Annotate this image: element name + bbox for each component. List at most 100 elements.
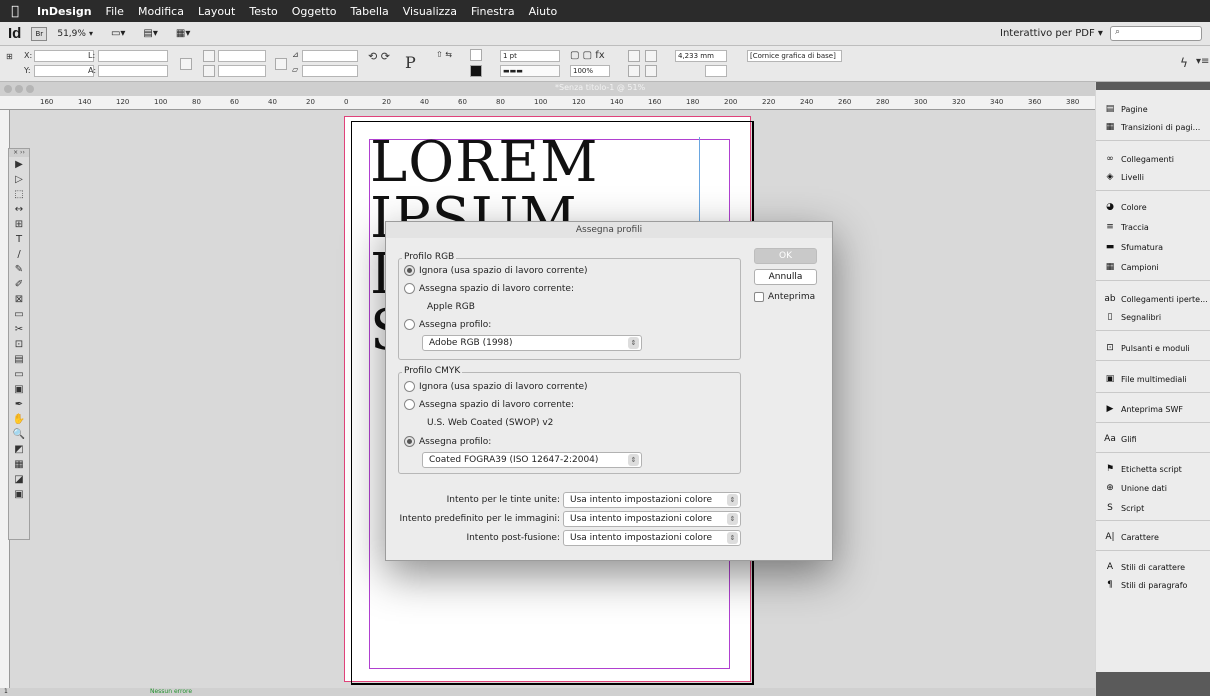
pencil-tool-icon[interactable]: ✐ (9, 277, 29, 292)
menu-file[interactable]: File (99, 5, 131, 18)
fill-frame-icon[interactable] (645, 65, 657, 77)
bridge-button[interactable]: Br (31, 26, 48, 41)
width-field[interactable] (98, 50, 168, 62)
panel-carattere[interactable]: A| Carattere (1104, 532, 1159, 542)
select-container-icon[interactable]: ⇧ ⇆ (436, 50, 452, 59)
arrange-documents-icon[interactable]: ▦▾ (176, 28, 190, 39)
quick-apply-icon[interactable]: ϟ (1180, 56, 1188, 70)
panel-unione-dati[interactable]: ⊕ Unione dati (1104, 483, 1167, 493)
menu-modifica[interactable]: Modifica (131, 5, 191, 18)
scissors-tool-icon[interactable]: ✂ (9, 322, 29, 337)
screen-mode-icon[interactable]: ▤▾ (143, 28, 157, 39)
window-controls[interactable] (4, 85, 34, 93)
panel-livelli[interactable]: ◈ Livelli (1104, 172, 1144, 182)
spot-intent-select[interactable]: Usa intento impostazioni colore ⇕ (563, 492, 741, 508)
panel-menu-icon[interactable]: ▾≡ (1196, 56, 1209, 67)
panel-colore[interactable]: ◕ Colore (1104, 202, 1147, 212)
cmyk-ignore-radio[interactable]: Ignora (usa spazio di lavoro corrente) (404, 381, 588, 392)
fill-stroke-icon[interactable]: ◩ (9, 442, 29, 457)
opacity-field[interactable]: 100% (570, 65, 610, 77)
constrain-proportions-icon[interactable] (180, 58, 192, 70)
tools-panel-header[interactable]: × ›› (9, 149, 29, 157)
rectangle-frame-tool-icon[interactable]: ⊠ (9, 292, 29, 307)
panel-collegamenti[interactable]: ∞ Collegamenti (1104, 154, 1174, 164)
preflight-status[interactable]: Nessun errore (150, 688, 192, 695)
y-field[interactable] (34, 65, 94, 77)
object-style-select[interactable]: [Cornice grafica di base] (747, 50, 842, 62)
stroke-weight-field[interactable]: 1 pt (500, 50, 560, 62)
line-tool-icon[interactable]: / (9, 247, 29, 262)
panel-stili-carattere[interactable]: A Stili di carattere (1104, 562, 1185, 572)
panel-transizioni[interactable]: ▦ Transizioni di pagi... (1104, 122, 1201, 132)
corner-option[interactable] (705, 65, 727, 77)
menu-visualizza[interactable]: Visualizza (396, 5, 464, 18)
panel-script[interactable]: S Script (1104, 503, 1144, 513)
eyedropper-tool-icon[interactable]: ✒ (9, 397, 29, 412)
menu-oggetto[interactable]: Oggetto (285, 5, 344, 18)
panel-campioni[interactable]: ▦ Campioni (1104, 262, 1159, 272)
text-line-1[interactable]: LOREM (370, 135, 598, 191)
type-tool-icon[interactable]: T (9, 232, 29, 247)
reference-point-icon[interactable]: ⊞ (6, 52, 13, 61)
scale-y-field[interactable] (218, 65, 266, 77)
free-transform-tool-icon[interactable]: ⊡ (9, 337, 29, 352)
cancel-button[interactable]: Annulla (754, 269, 817, 285)
page-tool-icon[interactable]: ⬚ (9, 187, 29, 202)
ok-button[interactable]: OK (754, 248, 817, 264)
fit-frame-icon[interactable] (645, 50, 657, 62)
panel-pagine[interactable]: ▤ Pagine (1104, 104, 1148, 114)
cmyk-assign-working-radio[interactable]: Assegna spazio di lavoro corrente: (404, 399, 574, 410)
image-intent-select[interactable]: Usa intento impostazioni colore ⇕ (563, 511, 741, 527)
rectangle-tool-icon[interactable]: ▭ (9, 307, 29, 322)
scale-x-field[interactable] (218, 50, 266, 62)
x-field[interactable] (34, 50, 94, 62)
height-field[interactable] (98, 65, 168, 77)
menu-app-name[interactable]: InDesign (30, 5, 99, 18)
menu-tabella[interactable]: Tabella (344, 5, 396, 18)
stroke-swatch[interactable] (470, 65, 482, 77)
size-field[interactable]: 4,233 mm (675, 50, 727, 62)
hand-tool-icon[interactable]: ✋ (9, 412, 29, 427)
content-collector-icon[interactable]: ⊞ (9, 217, 29, 232)
document-title[interactable]: *Senza titolo-1 @ 51% (555, 83, 645, 92)
workspace-switcher[interactable]: Interattivo per PDF ▾ (1000, 28, 1103, 39)
rotate-90-icon[interactable]: ⟲ ⟳ (368, 50, 390, 63)
fit-content-icon[interactable] (628, 50, 640, 62)
note-tool-icon[interactable]: ▣ (9, 382, 29, 397)
view-options-icon[interactable]: ▭▾ (111, 28, 125, 39)
gap-tool-icon[interactable]: ↔ (9, 202, 29, 217)
page-number[interactable]: 1 (4, 688, 8, 695)
effects-icons[interactable]: ▢ ▢ fx (570, 50, 605, 61)
zoom-dropdown-icon[interactable]: ▾ (89, 29, 93, 38)
zoom-level[interactable]: 51,9% (57, 29, 86, 39)
center-content-icon[interactable] (628, 65, 640, 77)
screen-mode-tool-icon[interactable]: ▣ (9, 487, 29, 502)
panel-glifi[interactable]: Aa Glifi (1104, 434, 1137, 444)
shear-field[interactable] (302, 65, 358, 77)
gradient-swatch-tool-icon[interactable]: ▤ (9, 352, 29, 367)
rgb-assign-working-radio[interactable]: Assegna spazio di lavoro corrente: (404, 283, 574, 294)
panel-etichetta-script[interactable]: ⚑ Etichetta script (1104, 464, 1182, 474)
rotate-field[interactable] (302, 50, 358, 62)
menu-finestra[interactable]: Finestra (464, 5, 522, 18)
rgb-assign-profile-radio[interactable]: Assegna profilo: (404, 319, 491, 330)
shear-icon[interactable]: ▱ (292, 65, 298, 74)
panel-file-multimediali[interactable]: ▣ File multimediali (1104, 374, 1187, 384)
constrain-scale-icon[interactable] (275, 58, 287, 70)
pen-tool-icon[interactable]: ✎ (9, 262, 29, 277)
direct-selection-tool-icon[interactable]: ▷ (9, 172, 29, 187)
panel-anteprima-swf[interactable]: ▶ Anteprima SWF (1104, 404, 1184, 414)
zoom-tool-icon[interactable]: 🔍 (9, 427, 29, 442)
rotate-icon[interactable]: ⊿ (292, 50, 299, 59)
scale-x-icon[interactable] (203, 50, 215, 62)
panel-collegamenti-ipertestuali[interactable]: ab Collegamenti iperte... (1104, 294, 1207, 304)
horizontal-ruler[interactable]: 160 140 120 100 80 60 40 20 0 20 40 60 8… (0, 96, 1095, 110)
fill-swatch[interactable] (470, 49, 482, 61)
panel-stili-paragrafo[interactable]: ¶ Stili di paragrafo (1104, 580, 1187, 590)
rgb-profile-select[interactable]: Adobe RGB (1998) ⇕ (422, 335, 642, 351)
cmyk-assign-profile-radio[interactable]: Assegna profilo: (404, 436, 491, 447)
panel-sfumatura[interactable]: ▬ Sfumatura (1104, 242, 1163, 252)
preview-checkbox[interactable]: Anteprima (754, 292, 815, 302)
menu-layout[interactable]: Layout (191, 5, 242, 18)
panel-pulsanti[interactable]: ⊡ Pulsanti e moduli (1104, 343, 1190, 353)
